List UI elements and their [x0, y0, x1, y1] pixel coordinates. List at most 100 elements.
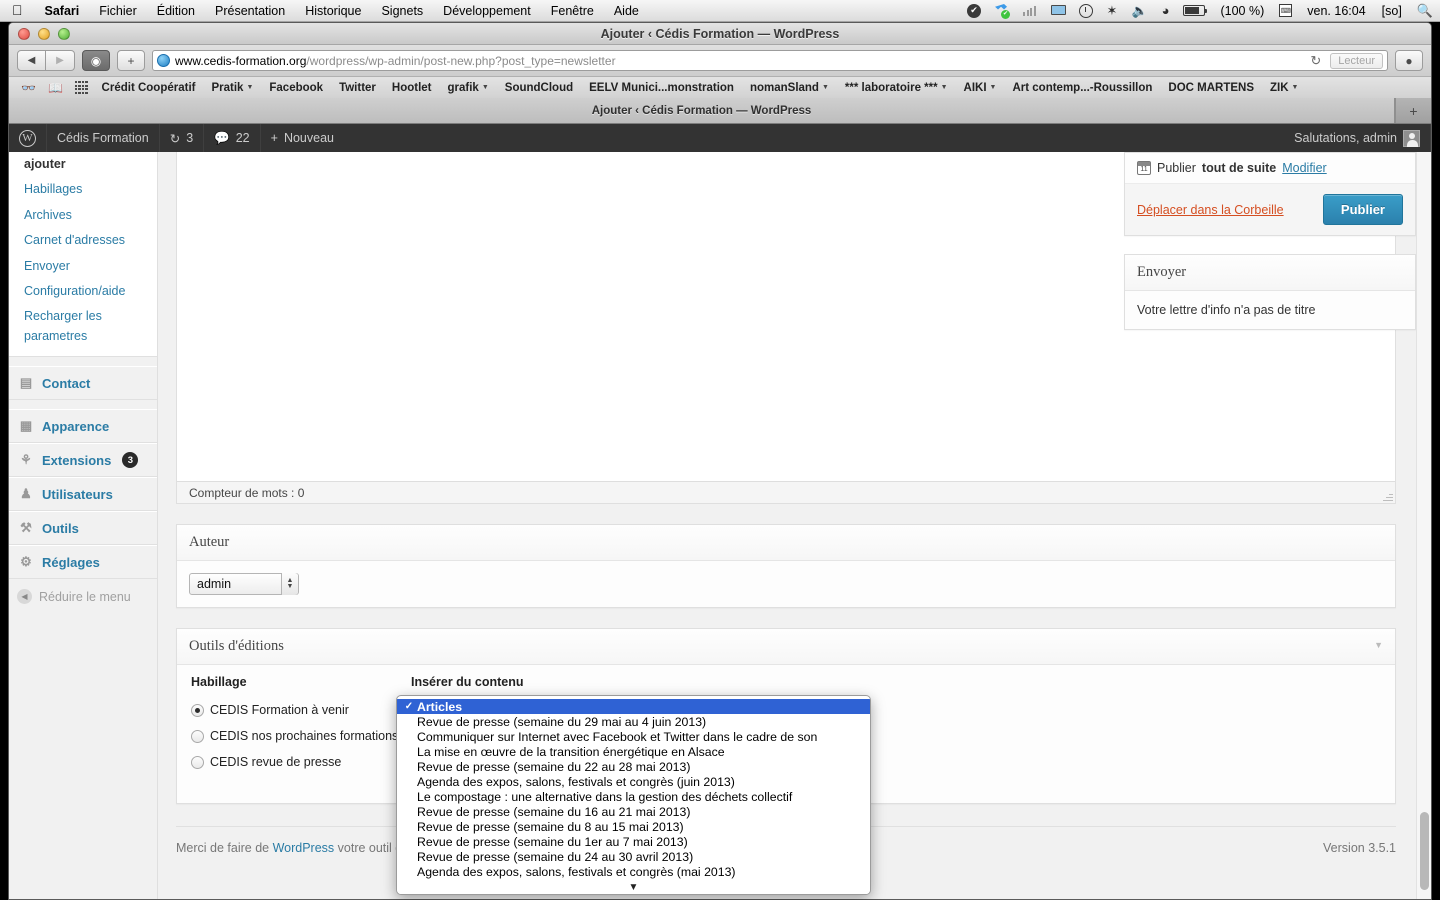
screen-sharing-icon[interactable]: [1043, 4, 1072, 17]
top-sites-grid-icon[interactable]: [69, 81, 94, 94]
author-select[interactable]: admin ▲ ▼: [189, 573, 299, 595]
menu-item-fenetre[interactable]: Fenêtre: [541, 4, 604, 18]
tab-active[interactable]: Ajouter ‹ Cédis Formation — WordPress: [9, 98, 1395, 123]
admin-right-column: 11 Publier tout de suite Modifier Déplac…: [1124, 152, 1416, 348]
select-option-11[interactable]: Agenda des expos, salons, festivals et c…: [397, 864, 870, 879]
reader-sidebar-icon[interactable]: ◉: [82, 50, 110, 71]
select-scroll-down-arrow-icon[interactable]: ▼: [397, 880, 870, 894]
menu-item-aide[interactable]: Aide: [604, 4, 649, 18]
bluetooth-icon[interactable]: ✶: [1100, 3, 1125, 19]
select-option-6[interactable]: Le compostage : une alternative dans la …: [397, 789, 870, 804]
bookmark-art-contemp[interactable]: Art contemp...-Roussillon: [1004, 82, 1160, 94]
select-option-7[interactable]: Revue de presse (semaine du 16 au 21 mai…: [397, 804, 870, 819]
bookmark-eelv[interactable]: EELV Munici...monstration: [581, 82, 742, 94]
editor-resize-handle[interactable]: [1383, 491, 1393, 501]
select-option-10[interactable]: Revue de presse (semaine du 24 au 30 avr…: [397, 849, 870, 864]
spotlight-search-icon[interactable]: 🔍: [1410, 3, 1440, 19]
sidebar-item-envoyer[interactable]: Envoyer: [9, 254, 157, 279]
page-scrollbar-thumb[interactable]: [1420, 812, 1429, 890]
select-option-5[interactable]: Agenda des expos, salons, festivals et c…: [397, 774, 870, 789]
bookmark-pratik[interactable]: Pratik ▼: [203, 82, 261, 94]
new-tab-button[interactable]: +: [1395, 98, 1431, 123]
time-machine-icon[interactable]: [1072, 3, 1100, 18]
sidebar-item-recharger-parametres[interactable]: Recharger les parametres: [9, 304, 157, 349]
sidebar-item-reglages[interactable]: ⚙ Réglages: [9, 545, 157, 579]
bookmark-hootlet[interactable]: Hootlet: [384, 82, 440, 94]
sidebar-item-apparence[interactable]: ▦ Apparence: [9, 409, 157, 443]
bookmark-facebook[interactable]: Facebook: [261, 82, 331, 94]
bookmark-soundcloud[interactable]: SoundCloud: [497, 82, 581, 94]
habillage-option-revue-de-presse[interactable]: CEDIS revue de presse: [191, 755, 411, 769]
bookmarks-book-icon[interactable]: 📖: [42, 81, 69, 95]
updates-menu[interactable]: ↻ 3: [160, 124, 205, 152]
page-scrollbar[interactable]: [1416, 152, 1431, 899]
clock-label[interactable]: ven. 16:04: [1299, 4, 1373, 18]
checkmark-status-icon[interactable]: ✔: [960, 3, 988, 18]
forward-button[interactable]: ▶: [46, 50, 75, 71]
bookmark-label: EELV Munici...monstration: [589, 81, 734, 94]
sidebar-item-carnet-adresses[interactable]: Carnet d'adresses: [9, 228, 157, 253]
bookmark-nomansland[interactable]: nomanSland ▼: [742, 82, 837, 94]
select-option-1[interactable]: Revue de presse (semaine du 29 mai au 4 …: [397, 714, 870, 729]
sidebar-item-outils[interactable]: ⚒ Outils: [9, 511, 157, 545]
menu-item-developpement[interactable]: Développement: [433, 4, 541, 18]
signal-bars-icon[interactable]: [1016, 5, 1043, 16]
menu-item-safari[interactable]: Safari: [35, 4, 90, 18]
apple-icon[interactable]: : [0, 3, 35, 17]
move-to-trash-link[interactable]: Déplacer dans la Corbeille: [1137, 203, 1284, 217]
sidebar-item-extensions[interactable]: ⚘ Extensions 3: [9, 443, 157, 477]
wifi-icon[interactable]: ◕: [1155, 3, 1177, 18]
my-account-menu[interactable]: Salutations, admin: [1284, 124, 1431, 152]
sidebar-item-habillages[interactable]: Habillages: [9, 177, 157, 202]
bookmark-laboratoire[interactable]: *** laboratoire *** ▼: [837, 82, 956, 94]
bookmark-credit-cooperatif[interactable]: Crédit Coopératif: [94, 82, 204, 94]
comments-menu[interactable]: 💬 22: [204, 124, 261, 152]
downloads-icon[interactable]: ●: [1395, 50, 1423, 71]
bookmark-aiki[interactable]: AIKI ▼: [956, 82, 1005, 94]
volume-icon[interactable]: 🔈: [1124, 3, 1154, 19]
back-button[interactable]: ◀: [17, 50, 46, 71]
keyboard-input-icon[interactable]: ⌨: [1272, 4, 1299, 17]
bookmark-zik[interactable]: ZIK ▼: [1262, 82, 1306, 94]
site-name-menu[interactable]: Cédis Formation: [47, 124, 160, 152]
select-option-8[interactable]: Revue de presse (semaine du 8 au 15 mai …: [397, 819, 870, 834]
menu-item-fichier[interactable]: Fichier: [89, 4, 147, 18]
habillage-option-formation-a-venir[interactable]: CEDIS Formation à venir: [191, 703, 411, 717]
chevron-down-icon[interactable]: ▼: [1374, 640, 1383, 650]
habillage-option-prochaines-formations[interactable]: CEDIS nos prochaines formations: [191, 729, 411, 743]
new-content-menu[interactable]: + Nouveau: [261, 124, 344, 152]
reader-button[interactable]: Lecteur: [1330, 52, 1383, 69]
menu-item-signets[interactable]: Signets: [371, 4, 433, 18]
greeting-label: Salutations, admin: [1294, 131, 1397, 145]
select-option-articles[interactable]: ✓ Articles: [397, 699, 870, 714]
publish-schedule-edit-link[interactable]: Modifier: [1282, 161, 1326, 175]
address-bar[interactable]: www.cedis-formation.org/wordpress/wp-adm…: [152, 50, 1388, 71]
collapse-menu-button[interactable]: ◀ Réduire le menu: [9, 579, 157, 614]
add-bookmark-button[interactable]: +: [117, 50, 145, 71]
publish-button[interactable]: Publier: [1322, 194, 1403, 225]
battery-icon[interactable]: [1176, 5, 1212, 16]
select-option-4[interactable]: Revue de presse (semaine du 22 au 28 mai…: [397, 759, 870, 774]
menu-item-historique[interactable]: Historique: [295, 4, 371, 18]
select-option-3[interactable]: La mise en œuvre de la transition énergé…: [397, 744, 870, 759]
wordpress-link[interactable]: WordPress: [273, 841, 335, 855]
menu-item-presentation[interactable]: Présentation: [205, 4, 295, 18]
input-source-label[interactable]: [so]: [1374, 4, 1410, 18]
bookmark-grafik[interactable]: grafik ▼: [440, 82, 497, 94]
sidebar-item-configuration-aide[interactable]: Configuration/aide: [9, 279, 157, 304]
reading-glasses-icon[interactable]: 👓: [15, 81, 42, 95]
wp-logo-menu[interactable]: W: [9, 124, 47, 152]
bookmark-twitter[interactable]: Twitter: [331, 82, 384, 94]
menu-item-edition[interactable]: Édition: [147, 4, 205, 18]
sidebar-item-archives[interactable]: Archives: [9, 203, 157, 228]
send-metabox-message: Votre lettre d'info n'a pas de titre: [1137, 303, 1316, 317]
bookmark-doc-martens[interactable]: DOC MARTENS: [1160, 82, 1262, 94]
select-option-9[interactable]: Revue de presse (semaine du 1er au 7 mai…: [397, 834, 870, 849]
select-option-2[interactable]: Communiquer sur Internet avec Facebook e…: [397, 729, 870, 744]
content-select-popup[interactable]: ✓ Articles Revue de presse (semaine du 2…: [396, 695, 871, 895]
dropbox-icon[interactable]: [988, 4, 1016, 19]
reload-icon[interactable]: ↻: [1306, 53, 1325, 69]
sidebar-item-utilisateurs[interactable]: ♟ Utilisateurs: [9, 477, 157, 511]
sidebar-item-contact[interactable]: ▤ Contact: [9, 366, 157, 400]
sidebar-item-ajouter[interactable]: ajouter: [9, 152, 157, 177]
